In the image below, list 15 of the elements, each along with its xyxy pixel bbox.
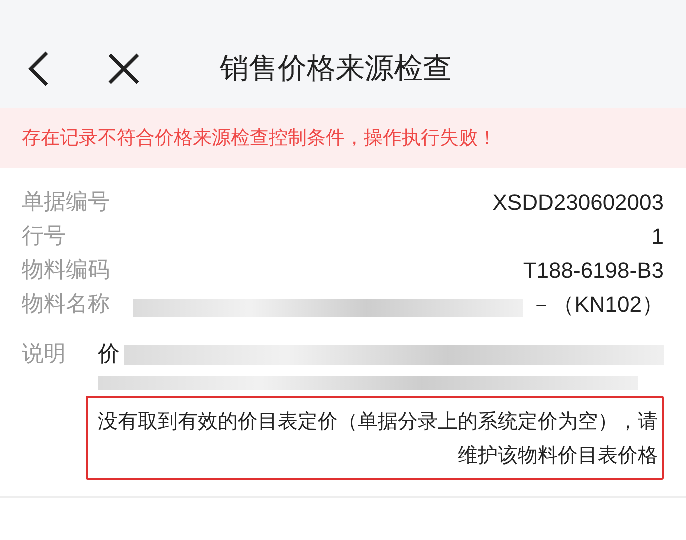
field-label: 行号 [22, 223, 66, 251]
page-title: 销售价格来源检查 [220, 50, 452, 87]
field-label: 物料名称 [22, 291, 110, 319]
field-value: XSDD230602003 [492, 190, 664, 215]
error-message: 没有取到有效的价目表定价（单据分录上的系统定价为空），请维护该物料价目表价格 [86, 396, 664, 480]
field-value: T188-6198-B3 [523, 258, 664, 283]
close-icon[interactable] [108, 53, 140, 85]
field-value: 价 [98, 341, 120, 369]
error-banner: 存在记录不符合价格来源检查控制条件，操作执行失败！ [0, 108, 686, 168]
back-icon[interactable] [28, 51, 50, 87]
field-value: －（KN102） [530, 292, 664, 317]
field-value: 1 [652, 224, 664, 249]
field-label: 单据编号 [22, 189, 110, 217]
field-label: 物料编码 [22, 257, 110, 285]
field-label: 说明 [22, 341, 66, 369]
